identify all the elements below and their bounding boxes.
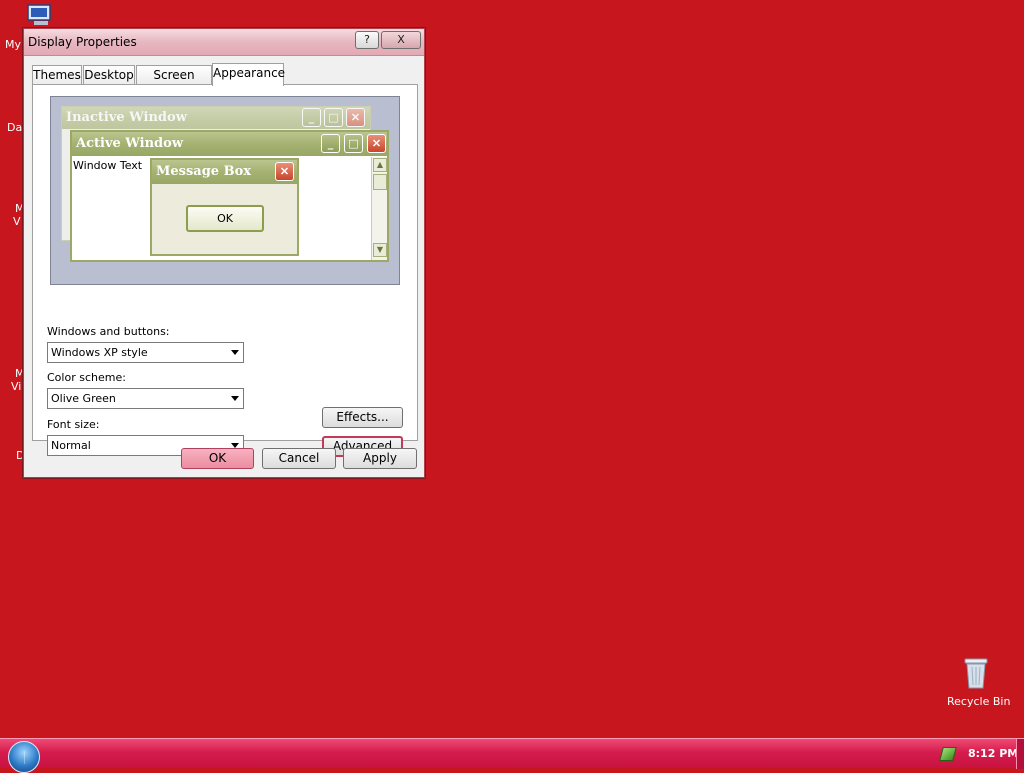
ok-button[interactable]: OK xyxy=(181,448,254,469)
preview-scrollbar: ▲ ▼ xyxy=(371,157,387,260)
appearance-panel: Inactive Window _ □ ✕ Active Window _ □ … xyxy=(32,84,418,457)
windows-buttons-select[interactable]: Windows XP style xyxy=(47,342,244,363)
display-properties-dialog: Display Properties ? X Themes Desktop Sc… xyxy=(23,28,425,478)
appearance-preview: Inactive Window _ □ ✕ Active Window _ □ … xyxy=(50,96,400,285)
active-window-title: Active Window xyxy=(76,136,184,151)
select-value: Olive Green xyxy=(51,392,116,405)
desktop-icon-label[interactable]: V xyxy=(13,215,21,228)
show-desktop-button[interactable] xyxy=(1016,739,1024,769)
select-value: Windows XP style xyxy=(51,346,148,359)
button-label: Cancel xyxy=(278,451,320,465)
maximize-icon: □ xyxy=(324,108,343,127)
close-icon: X xyxy=(397,33,405,46)
taskbar: 8:12 PM xyxy=(0,738,1024,773)
select-value: Normal xyxy=(51,439,91,452)
network-icon[interactable] xyxy=(939,747,957,761)
tab-label: Desktop xyxy=(84,68,134,82)
close-icon: ✕ xyxy=(275,162,294,181)
tab-label: Appearance xyxy=(213,66,286,80)
button-label: Apply xyxy=(363,451,397,465)
color-scheme-select[interactable]: Olive Green xyxy=(47,388,244,409)
button-label: Effects... xyxy=(336,410,389,424)
active-window-titlebar: Active Window _ □ ✕ xyxy=(72,132,387,156)
recycle-bin-label[interactable]: Recycle Bin xyxy=(947,695,1010,708)
font-size-label: Font size: xyxy=(47,418,100,431)
recycle-bin-icon[interactable] xyxy=(962,656,990,690)
message-box-title: Message Box xyxy=(156,164,252,179)
desktop-icon-label[interactable]: Vi xyxy=(11,380,21,393)
scroll-down-icon: ▼ xyxy=(373,243,387,257)
computer-icon[interactable] xyxy=(26,4,54,26)
button-label: OK xyxy=(208,451,227,465)
scroll-thumb xyxy=(373,174,387,190)
ok-label: OK xyxy=(217,212,233,225)
tab-screen-saver[interactable]: Screen Saver xyxy=(136,65,212,100)
desktop-icon-label[interactable]: Da xyxy=(7,121,22,134)
tab-appearance[interactable]: Appearance xyxy=(212,63,286,86)
message-box-titlebar: Message Box ✕ xyxy=(152,160,297,184)
windows-logo-icon xyxy=(18,751,31,764)
minimize-icon: _ xyxy=(321,134,340,153)
desktop-icon-label[interactable]: My xyxy=(5,38,21,51)
minimize-icon: _ xyxy=(302,108,321,127)
chevron-down-icon xyxy=(231,396,239,401)
scroll-up-icon: ▲ xyxy=(373,158,387,172)
windows-buttons-label: Windows and buttons: xyxy=(47,325,170,338)
tab-label: Themes xyxy=(33,68,81,82)
window-text: Window Text xyxy=(73,159,143,172)
message-box-preview: Message Box ✕ OK xyxy=(150,158,299,256)
message-box-ok-button: OK xyxy=(186,205,264,232)
start-button[interactable] xyxy=(8,741,40,773)
close-button[interactable]: X xyxy=(381,31,421,49)
clock[interactable]: 8:12 PM xyxy=(968,747,1018,760)
help-icon: ? xyxy=(364,33,370,46)
dialog-title: Display Properties xyxy=(28,35,137,49)
color-scheme-label: Color scheme: xyxy=(47,371,126,384)
help-button[interactable]: ? xyxy=(355,31,379,49)
effects-button[interactable]: Effects... xyxy=(322,407,403,428)
close-icon: ✕ xyxy=(346,108,365,127)
titlebar[interactable]: Display Properties ? X xyxy=(24,29,424,56)
tab-desktop[interactable]: Desktop xyxy=(83,65,135,85)
cancel-button[interactable]: Cancel xyxy=(262,448,336,469)
tab-themes[interactable]: Themes xyxy=(32,65,82,85)
maximize-icon: □ xyxy=(344,134,363,153)
apply-button[interactable]: Apply xyxy=(343,448,417,469)
chevron-down-icon xyxy=(231,350,239,355)
inactive-window-titlebar: Inactive Window _ □ ✕ xyxy=(62,107,370,129)
close-icon: ✕ xyxy=(367,134,386,153)
inactive-window-title: Inactive Window xyxy=(66,110,187,125)
